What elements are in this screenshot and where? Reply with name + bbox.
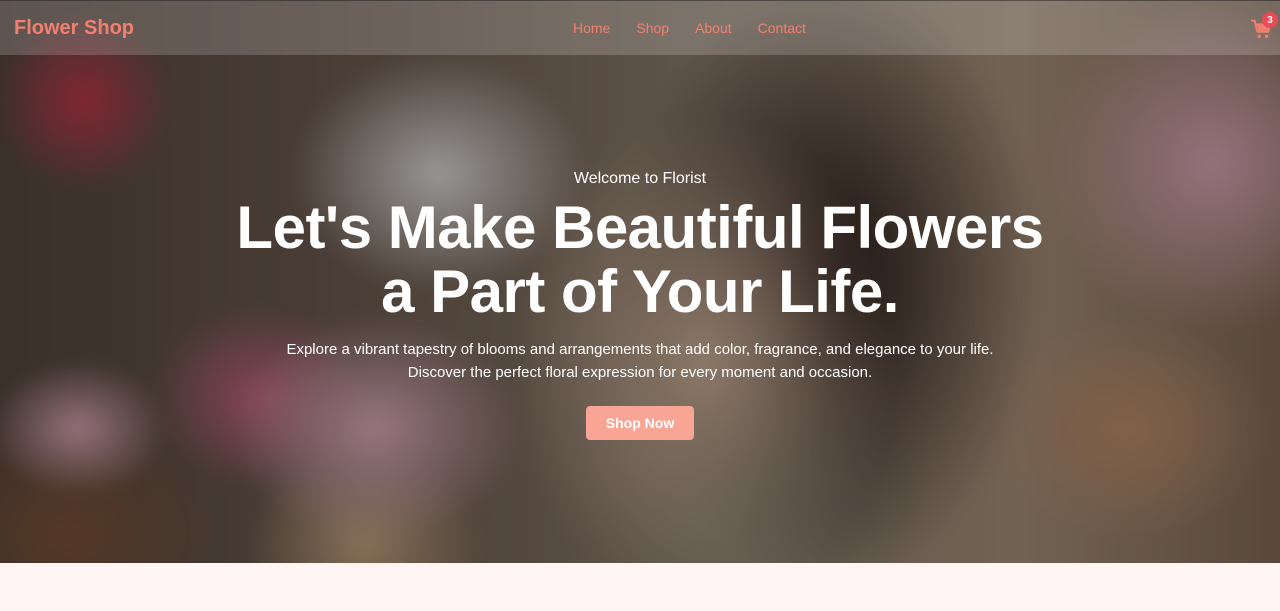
hero-subtext-line-2: Discover the perfect floral expression f… [407, 364, 873, 381]
next-section [0, 563, 1280, 611]
hero-headline-line-2: a Part of Your Life. [381, 258, 899, 325]
nav-about-link[interactable]: About [695, 20, 732, 36]
nav-links: Home Shop About Contact [573, 20, 832, 36]
hero-section: Flower Shop Home Shop About Contact 3 We… [0, 0, 1280, 563]
nav-shop-link[interactable]: Shop [636, 20, 669, 36]
hero-headline-line-1: Let's Make Beautiful Flowers [236, 194, 1044, 261]
navbar: Flower Shop Home Shop About Contact 3 [0, 0, 1280, 55]
shop-now-button[interactable]: Shop Now [585, 406, 695, 440]
nav-home-link[interactable]: Home [573, 20, 610, 36]
page: Flower Shop Home Shop About Contact 3 We… [0, 0, 1280, 611]
nav-contact-link[interactable]: Contact [758, 20, 806, 36]
cart-count-badge: 3 [1262, 12, 1278, 28]
brand-logo[interactable]: Flower Shop [14, 17, 134, 40]
hero-eyebrow: Welcome to Florist [573, 170, 707, 187]
hero-content: Welcome to Florist Let's Make Beautiful … [0, 170, 1280, 440]
hero-subtext-line-1: Explore a vibrant tapestry of blooms and… [286, 341, 994, 358]
hero-subtext: Explore a vibrant tapestry of blooms and… [260, 338, 1020, 384]
hero-headline: Let's Make Beautiful Flowers a Part of Y… [190, 196, 1090, 324]
